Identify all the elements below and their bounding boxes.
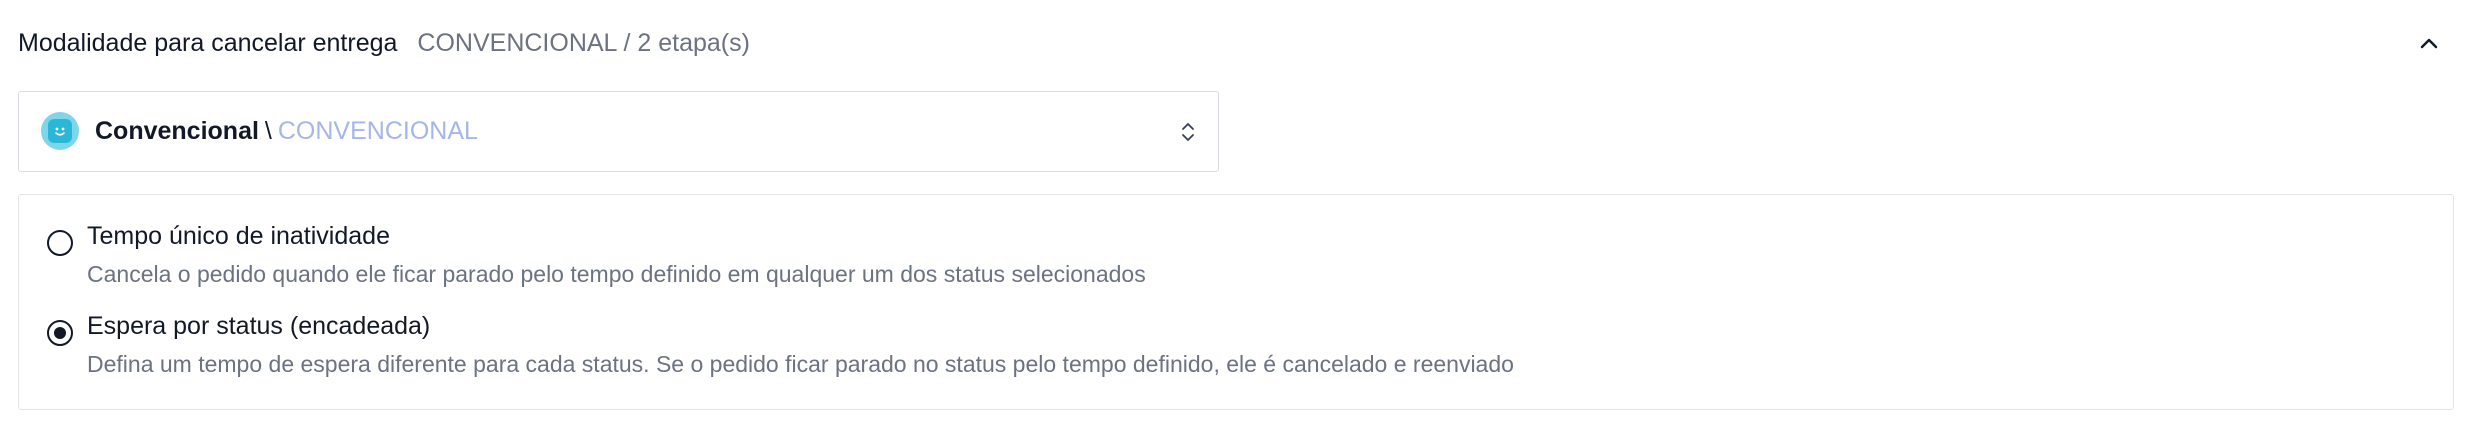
- bot-avatar-icon: [41, 112, 79, 150]
- cancel-mode-options: Tempo único de inatividade Cancela o ped…: [18, 194, 2454, 410]
- option-single-inactivity[interactable]: Tempo único de inatividade Cancela o ped…: [47, 216, 2427, 296]
- select-value: Convencional \ CONVENCIONAL: [95, 92, 478, 171]
- option-description: Defina um tempo de espera diferente para…: [87, 351, 1514, 377]
- section-header[interactable]: Modalidade para cancelar entrega CONVENC…: [18, 18, 2454, 68]
- modality-select[interactable]: Convencional \ CONVENCIONAL: [18, 91, 1219, 172]
- chevron-up-down-icon: [1176, 116, 1200, 148]
- select-separator: \: [264, 117, 272, 145]
- select-secondary-label: CONVENCIONAL: [277, 117, 478, 145]
- option-description: Cancela o pedido quando ele ficar parado…: [87, 261, 1146, 287]
- option-label: Espera por status (encadeada): [87, 312, 431, 340]
- section-subtitle: CONVENCIONAL / 2 etapa(s): [417, 28, 750, 57]
- radio-single-inactivity[interactable]: [47, 230, 73, 256]
- chevron-up-icon: [2420, 38, 2438, 49]
- option-label: Tempo único de inatividade: [87, 222, 390, 250]
- option-chained-status[interactable]: Espera por status (encadeada) Defina um …: [47, 306, 2427, 386]
- radio-chained-status[interactable]: [47, 320, 73, 346]
- select-main-label: Convencional: [95, 117, 259, 145]
- section-title: Modalidade para cancelar entrega: [18, 28, 398, 57]
- collapse-toggle-button[interactable]: [2404, 18, 2454, 68]
